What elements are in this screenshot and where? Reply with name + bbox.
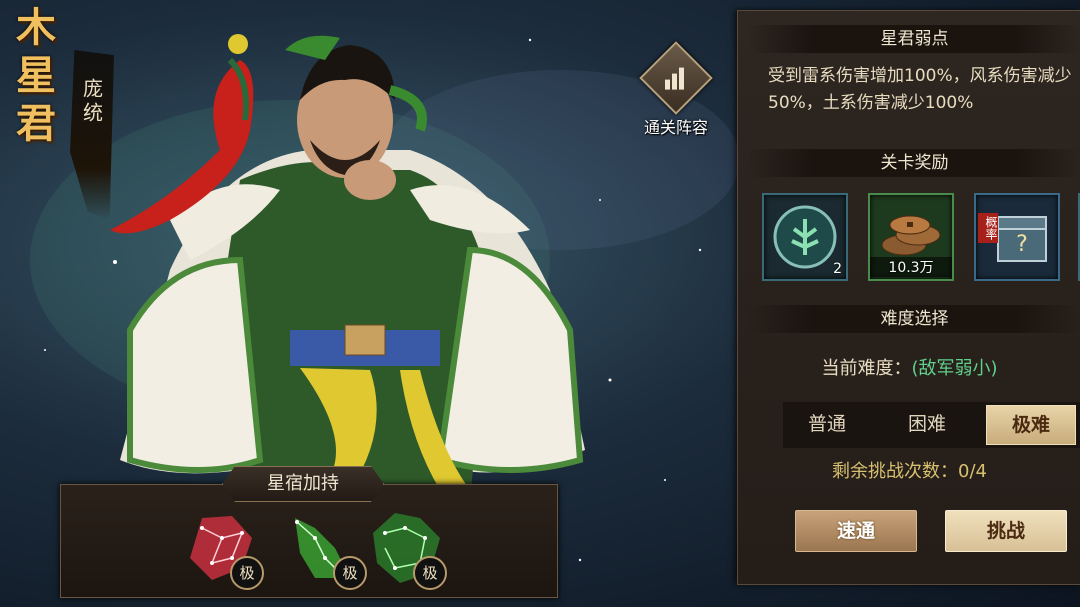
reward-item[interactable]: 2: [762, 193, 848, 281]
grade-badge: 极: [333, 556, 367, 590]
constellation-buff[interactable]: 极: [285, 508, 367, 590]
reward-item[interactable]: ? 概率: [974, 193, 1060, 281]
difficulty-tabs: 普通 困难 极难: [783, 402, 1080, 448]
current-difficulty: 当前难度：(敌军弱小): [738, 354, 1080, 380]
grade-badge: 极: [230, 556, 264, 590]
reward-count: 10.3万: [870, 257, 952, 277]
bar-chart-icon: [665, 67, 684, 90]
formation-label: 通关阵容: [643, 118, 708, 137]
current-difficulty-label: 当前难度：: [821, 358, 912, 379]
remaining-attempts: 剩余挑战次数：0/4: [738, 457, 1080, 483]
remaining-label: 剩余挑战次数：: [832, 461, 959, 482]
constellation-buff[interactable]: 极: [365, 508, 447, 590]
boss-title-char: 木: [16, 4, 56, 51]
quick-clear-button[interactable]: 速通: [795, 510, 917, 552]
challenge-button[interactable]: 挑战: [945, 510, 1067, 552]
hero-portrait: [110, 34, 585, 500]
reward-count: 2: [833, 261, 842, 277]
weakness-header: 星君弱点: [748, 25, 1080, 53]
grade-badge: 极: [413, 556, 447, 590]
tab-normal[interactable]: 普通: [783, 405, 871, 443]
svg-text:?: ?: [1016, 232, 1028, 257]
boss-title: 木 星 君: [6, 4, 66, 148]
formation-diamond: [639, 41, 713, 115]
boss-title-char: 君: [16, 100, 56, 147]
tab-extreme[interactable]: 极难: [986, 405, 1076, 445]
remaining-value: 0/4: [958, 461, 987, 482]
current-difficulty-value: (敌军弱小): [911, 358, 998, 379]
weakness-text: 受到雷系伤害增加100%，风系伤害减少50%，土系伤害减少100%: [768, 66, 1072, 113]
stage-info-panel: 星君弱点 受到雷系伤害增加100%，风系伤害减少50%，土系伤害减少100% 关…: [737, 10, 1080, 585]
rewards-header: 关卡奖励: [748, 149, 1080, 177]
buff-title: 星宿加持: [222, 466, 384, 502]
boss-title-char: 星: [16, 52, 56, 99]
clear-formation-button[interactable]: 通关阵容: [628, 41, 724, 138]
constellation-buff[interactable]: 极: [182, 508, 264, 590]
difficulty-header: 难度选择: [748, 305, 1080, 333]
tab-hard[interactable]: 困难: [883, 405, 971, 443]
reward-item[interactable]: 10.3万: [868, 193, 954, 281]
probability-tag: 概率: [978, 213, 998, 243]
